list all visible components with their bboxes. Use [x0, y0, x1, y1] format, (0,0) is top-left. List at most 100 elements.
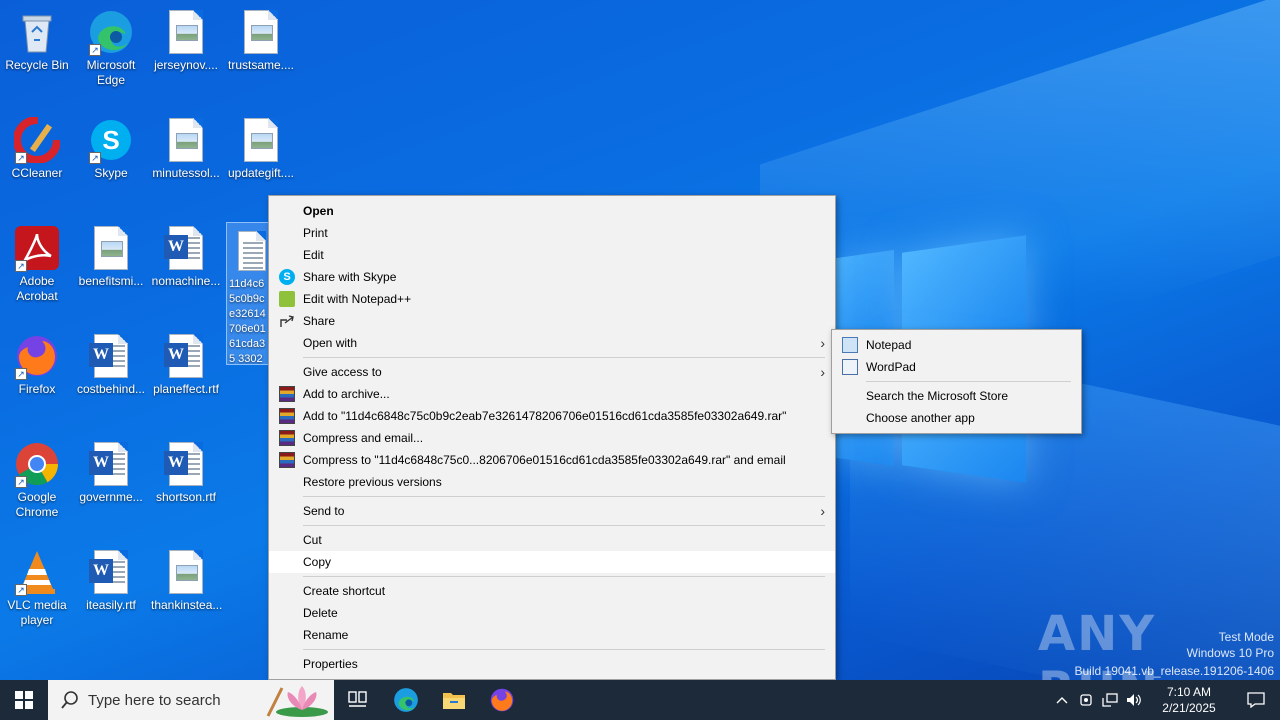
submenu-item-choose-another-app[interactable]: Choose another app [832, 407, 1081, 429]
show-hidden-icons-chevron-up-icon[interactable] [1050, 680, 1074, 720]
desktop-icon-label: 11d4c6 5c0b9c e32614 706e01 61cda35 3302… [229, 278, 266, 365]
menu-item-print[interactable]: Print [269, 222, 835, 244]
text-file-icon [237, 227, 267, 275]
winrar-icon [279, 386, 295, 402]
share-icon [279, 313, 295, 329]
menu-item-edit[interactable]: Edit [269, 244, 835, 266]
menu-item-share[interactable]: Share [269, 310, 835, 332]
network-icon[interactable] [1098, 680, 1122, 720]
desktop-icon-label: VLC media player [7, 598, 67, 627]
vlc-icon: ↗ [13, 548, 61, 596]
menu-item-label: Add to "11d4c6848c75c0b9c2eab7e326147820… [303, 409, 787, 423]
menu-item-label: WordPad [866, 360, 916, 374]
tray-app-icon[interactable] [1074, 680, 1098, 720]
desktop-icon-google-chrome[interactable]: ↗ Google Chrome [0, 436, 74, 536]
desktop-icon-label: updategift.... [227, 166, 295, 180]
start-button[interactable] [0, 680, 48, 720]
firefox-icon: ↗ [13, 332, 61, 380]
desktop-icon-label: Adobe Acrobat [16, 274, 58, 303]
menu-item-label: Notepad [866, 338, 912, 352]
menu-item-delete[interactable]: Delete [269, 602, 835, 624]
volume-icon[interactable] [1122, 680, 1146, 720]
open-with-submenu: Notepad WordPad Search the Microsoft Sto… [831, 329, 1082, 434]
submenu-item-search-microsoft-store[interactable]: Search the Microsoft Store [832, 385, 1081, 407]
recycle-bin-icon [13, 8, 61, 56]
desktop-icon-label: planeffect.rtf [153, 382, 219, 396]
winrar-icon [279, 452, 295, 468]
desktop-icon-selected-file[interactable]: 11d4c6 5c0b9c e32614 706e01 61cda35 3302… [226, 222, 270, 365]
menu-item-properties[interactable]: Properties [269, 653, 835, 675]
menu-item-rename[interactable]: Rename [269, 624, 835, 646]
desktop-icon-adobe-acrobat[interactable]: ↗ Adobe Acrobat [0, 220, 74, 320]
menu-item-edit-with-notepad-plus-plus[interactable]: Edit with Notepad++ [269, 288, 835, 310]
desktop-icon-vlc[interactable]: ↗ VLC media player [0, 544, 74, 644]
winrar-icon [279, 430, 295, 446]
taskbar-edge-button[interactable] [382, 680, 430, 720]
word-document-icon: W [162, 332, 210, 380]
menu-item-send-to[interactable]: Send to › [269, 500, 835, 522]
menu-separator [866, 381, 1071, 382]
build-text: Build 19041.vb_release.191206-1406 [1074, 664, 1275, 678]
desktop-icon-microsoft-edge[interactable]: ↗ Microsoft Edge [74, 4, 148, 104]
desktop-icon-file[interactable]: minutessol... [149, 112, 223, 212]
menu-item-cut[interactable]: Cut [269, 529, 835, 551]
menu-item-add-to-archive[interactable]: Add to archive... [269, 383, 835, 405]
menu-item-give-access-to[interactable]: Give access to › [269, 361, 835, 383]
word-document-icon: W [162, 440, 210, 488]
action-center-button[interactable] [1232, 680, 1280, 720]
menu-item-copy[interactable]: Copy [269, 551, 835, 573]
image-file-icon [162, 548, 210, 596]
skype-icon: S ↗ [87, 116, 135, 164]
search-highlight-lotus-icon [266, 686, 328, 717]
desktop-icon-skype[interactable]: S ↗ Skype [74, 112, 148, 212]
menu-item-label: Create shortcut [303, 584, 386, 598]
menu-item-open[interactable]: Open [269, 200, 835, 222]
desktop-icon-label: Firefox [18, 382, 56, 396]
desktop-icon-file[interactable]: trustsame.... [224, 4, 298, 104]
desktop-icon-file[interactable]: W planeffect.rtf [149, 328, 223, 428]
menu-separator [303, 496, 825, 497]
taskbar-file-explorer-button[interactable] [430, 680, 478, 720]
menu-item-label: Restore previous versions [303, 475, 442, 489]
desktop-icon-file[interactable]: W costbehind... [74, 328, 148, 428]
desktop-icon-file[interactable]: W shortson.rtf [149, 436, 223, 536]
image-file-icon [237, 8, 285, 56]
menu-item-label: Open [303, 204, 334, 218]
task-view-button[interactable] [334, 680, 382, 720]
microsoft-edge-icon: ↗ [87, 8, 135, 56]
taskbar-firefox-button[interactable] [478, 680, 526, 720]
submenu-item-wordpad[interactable]: WordPad [832, 356, 1081, 378]
desktop-icon-label: minutessol... [152, 166, 220, 180]
menu-separator [303, 649, 825, 650]
image-file-icon [87, 224, 135, 272]
desktop-icon-file[interactable]: thankinstea... [149, 544, 223, 644]
desktop-icon-ccleaner[interactable]: ↗ CCleaner [0, 112, 74, 212]
menu-item-label: Cut [303, 533, 322, 547]
desktop-icon-recycle-bin[interactable]: Recycle Bin [0, 4, 74, 104]
desktop-icon-firefox[interactable]: ↗ Firefox [0, 328, 74, 428]
desktop-icon-file[interactable]: W governme... [74, 436, 148, 536]
chevron-right-icon: › [820, 364, 825, 380]
desktop-icon-file[interactable]: W iteasily.rtf [74, 544, 148, 644]
svg-text:S: S [102, 125, 119, 155]
desktop-icon-label: Skype [94, 166, 128, 180]
menu-separator [303, 576, 825, 577]
taskbar-search-box[interactable]: Type here to search [48, 680, 334, 720]
desktop-icon-file[interactable]: W nomachine... [149, 220, 223, 320]
menu-item-compress-and-email[interactable]: Compress and email... [269, 427, 835, 449]
menu-item-open-with[interactable]: Open with › [269, 332, 835, 354]
menu-item-add-to-rar[interactable]: Add to "11d4c6848c75c0b9c2eab7e326147820… [269, 405, 835, 427]
menu-item-create-shortcut[interactable]: Create shortcut [269, 580, 835, 602]
submenu-item-notepad[interactable]: Notepad [832, 334, 1081, 356]
firefox-icon [490, 688, 514, 712]
menu-item-restore-previous-versions[interactable]: Restore previous versions [269, 471, 835, 493]
word-document-icon: W [87, 440, 135, 488]
taskbar-clock[interactable]: 7:10 AM 2/21/2025 [1146, 684, 1232, 716]
menu-item-label: Search the Microsoft Store [866, 389, 1009, 403]
menu-item-share-with-skype[interactable]: S Share with Skype [269, 266, 835, 288]
menu-item-compress-to-rar-and-email[interactable]: Compress to "11d4c6848c75c0...8206706e01… [269, 449, 835, 471]
menu-item-label: Copy [303, 555, 332, 569]
desktop-icon-file[interactable]: benefitsmi... [74, 220, 148, 320]
desktop-icon-label: nomachine... [151, 274, 221, 288]
desktop-icon-file[interactable]: jerseynov.... [149, 4, 223, 104]
